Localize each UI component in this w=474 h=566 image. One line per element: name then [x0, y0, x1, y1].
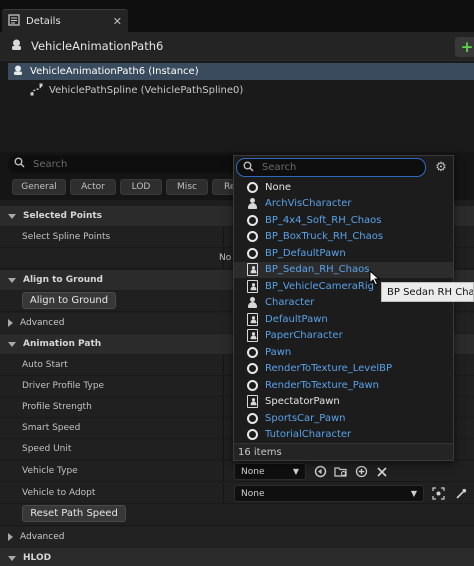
class-list-item-label: BP_VehicleCameraRig: [265, 280, 374, 292]
actor-icon: [10, 38, 23, 54]
class-list-item-label: RenderToTexture_LevelBP: [265, 363, 393, 375]
class-list-item[interactable]: DefaultPawn: [234, 311, 453, 328]
blueprint-pawn-icon: [246, 312, 259, 326]
vehicle-type-combo[interactable]: None ▼: [234, 463, 306, 480]
no-text: No: [219, 253, 232, 263]
collapse-icon: [8, 213, 16, 219]
tab-title: Details: [26, 15, 61, 27]
popup-search-placeholder: Search: [262, 162, 297, 173]
blueprint-pawn-icon: [246, 329, 259, 343]
class-list-item[interactable]: PaperCharacter: [234, 328, 453, 345]
search-icon: [243, 161, 254, 175]
add-component-button[interactable]: +: [455, 37, 474, 57]
blueprint-pawn-icon: [246, 395, 259, 409]
class-list: None ArchVisCharacter BP_4x4_Soft_RH_Chaos…: [234, 179, 453, 443]
pick-actor-icon[interactable]: [431, 486, 446, 501]
section-advanced-animation[interactable]: Advanced: [0, 527, 474, 547]
item-count: 16 items: [234, 443, 453, 460]
filter-misc[interactable]: Misc: [166, 179, 208, 195]
class-list-item[interactable]: SportsCar_Pawn: [234, 410, 453, 427]
class-list-item[interactable]: BP_Sedan_RH_Chaos: [234, 261, 453, 278]
class-ring-icon: [246, 214, 259, 227]
tab-details[interactable]: Details ✕: [2, 9, 128, 32]
filter-general[interactable]: General: [12, 179, 66, 195]
details-search-field[interactable]: Search: [8, 155, 238, 173]
class-list-item-label: BP_DefaultPawn: [265, 247, 346, 259]
collapse-icon: [8, 341, 16, 347]
collapse-icon: [8, 555, 16, 561]
class-ring-icon: [246, 412, 259, 425]
class-ring-icon: [246, 362, 259, 375]
mouse-cursor-icon: [369, 269, 381, 286]
class-ring-icon: [246, 181, 259, 194]
search-icon: [14, 157, 25, 171]
expand-icon: [8, 533, 13, 541]
reset-path-speed-button[interactable]: Reset Path Speed: [22, 505, 126, 522]
add-icon[interactable]: [354, 464, 369, 479]
class-ring-icon: [246, 346, 259, 359]
class-list-item-label: Pawn: [265, 346, 292, 358]
tree-item-instance[interactable]: VehicleAnimationPath6 (Instance): [8, 63, 474, 80]
class-list-item[interactable]: Pawn: [234, 344, 453, 361]
actor-icon: [12, 64, 24, 79]
align-to-ground-button[interactable]: Align to Ground: [22, 292, 116, 309]
actor-name: VehicleAnimationPath6: [31, 39, 164, 53]
eyedropper-icon[interactable]: [453, 486, 468, 501]
class-ring-icon: [246, 379, 259, 392]
class-list-item[interactable]: BP_DefaultPawn: [234, 245, 453, 262]
search-placeholder: Search: [33, 158, 68, 170]
tooltip: BP Sedan RH Chaos: [381, 282, 474, 302]
class-list-item-label: Character: [265, 297, 315, 309]
class-list-item-label: SpectatorPawn: [265, 396, 340, 408]
blueprint-pawn-icon: [246, 263, 259, 277]
browse-folder-icon[interactable]: [333, 464, 348, 479]
class-list-item[interactable]: None: [234, 179, 453, 196]
chevron-down-icon: ▼: [292, 467, 299, 476]
class-list-item-label: None: [265, 181, 292, 193]
class-list-item[interactable]: TutorialCharacter: [234, 427, 453, 444]
character-icon: [246, 197, 259, 210]
use-selected-icon[interactable]: [313, 464, 328, 479]
vehicle-to-adopt-combo[interactable]: None ▼: [234, 485, 424, 502]
class-list-item[interactable]: RenderToTexture_Pawn: [234, 377, 453, 394]
spline-icon: [30, 83, 43, 99]
class-list-item-label: ArchVisCharacter: [265, 198, 352, 210]
blueprint-pawn-icon: [246, 279, 259, 293]
tree-item-label: VehiclePathSpline (VehiclePathSpline0): [49, 85, 244, 96]
class-list-item-label: RenderToTexture_Pawn: [265, 379, 379, 391]
class-list-item[interactable]: ArchVisCharacter: [234, 196, 453, 213]
gear-icon[interactable]: ⚙: [433, 159, 449, 175]
class-ring-icon: [246, 230, 259, 243]
close-icon[interactable]: ✕: [113, 15, 122, 28]
tree-item-label: VehicleAnimationPath6 (Instance): [30, 66, 199, 77]
class-ring-icon: [246, 247, 259, 260]
tree-item-spline[interactable]: VehiclePathSpline (VehiclePathSpline0): [30, 82, 243, 99]
class-list-item[interactable]: BP_4x4_Soft_RH_Chaos: [234, 212, 453, 229]
details-icon: [8, 13, 20, 29]
details-header: VehicleAnimationPath6: [0, 32, 474, 60]
class-list-item-label: BP_BoxTruck_RH_Chaos: [265, 231, 384, 243]
class-ring-icon: [246, 428, 259, 441]
class-list-item-label: TutorialCharacter: [265, 429, 352, 441]
class-list-item-label: DefaultPawn: [265, 313, 328, 325]
filter-actor[interactable]: Actor: [70, 179, 116, 195]
filter-lod[interactable]: LOD: [120, 179, 162, 195]
collapse-icon: [8, 277, 16, 283]
clear-icon[interactable]: [374, 464, 389, 479]
chevron-down-icon: ▼: [410, 489, 417, 498]
popup-search-field[interactable]: Search: [236, 158, 426, 177]
class-list-item[interactable]: BP_BoxTruck_RH_Chaos: [234, 229, 453, 246]
class-list-item-label: SportsCar_Pawn: [265, 412, 346, 424]
class-list-item-label: BP_Sedan_RH_Chaos: [265, 264, 370, 276]
expand-icon: [8, 319, 13, 327]
character-icon: [246, 296, 259, 309]
class-list-item[interactable]: SpectatorPawn: [234, 394, 453, 411]
section-hlod[interactable]: HLOD: [0, 548, 474, 566]
class-list-item-label: PaperCharacter: [265, 330, 343, 342]
class-list-item-label: BP_4x4_Soft_RH_Chaos: [265, 214, 382, 226]
class-list-item[interactable]: RenderToTexture_LevelBP: [234, 361, 453, 378]
